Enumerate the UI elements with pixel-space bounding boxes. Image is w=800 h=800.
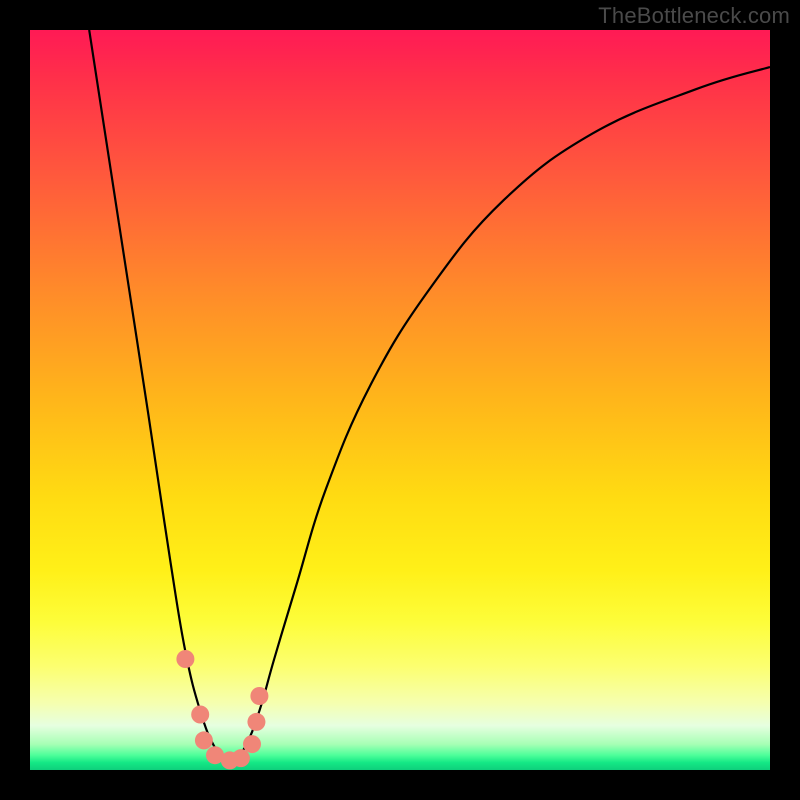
data-point-p2 (191, 706, 209, 724)
watermark-text: TheBottleneck.com (598, 3, 790, 29)
data-point-p3 (195, 731, 213, 749)
data-point-p8 (247, 713, 265, 731)
plot-area (30, 30, 770, 770)
chart-frame: TheBottleneck.com (0, 0, 800, 800)
curve-svg (30, 30, 770, 770)
data-point-p9 (250, 687, 268, 705)
data-point-p6 (232, 749, 250, 767)
data-points (176, 650, 268, 769)
data-point-p7 (243, 735, 261, 753)
data-point-p1 (176, 650, 194, 668)
